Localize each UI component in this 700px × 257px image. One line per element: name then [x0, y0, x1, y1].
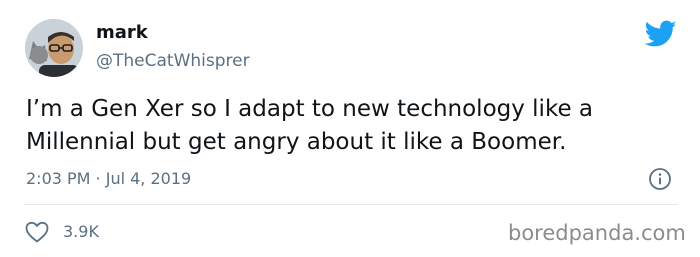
tweet-card: mark @TheCatWhisprer I’m a Gen Xer so I …: [0, 0, 700, 257]
like-count: 3.9K: [63, 222, 99, 241]
avatar[interactable]: [25, 19, 83, 77]
tweet-text: I’m a Gen Xer so I adapt to new technolo…: [26, 96, 594, 155]
avatar-image: [25, 19, 83, 77]
tweet-timestamp[interactable]: 2:03 PM · Jul 4, 2019: [26, 168, 191, 190]
watermark: boredpanda.com: [508, 221, 686, 245]
divider: [24, 204, 678, 205]
twitter-bird-icon[interactable]: [645, 20, 677, 48]
user-handle[interactable]: @TheCatWhisprer: [96, 50, 250, 72]
heart-icon[interactable]: [25, 221, 49, 243]
info-icon[interactable]: [648, 167, 672, 191]
display-name[interactable]: mark: [96, 22, 148, 44]
